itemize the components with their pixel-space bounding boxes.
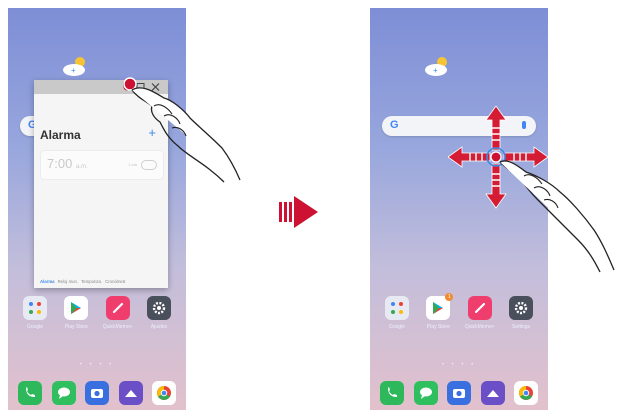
gallery-icon[interactable] (118, 381, 143, 405)
alarm-time: 7:00 a.m. (47, 156, 88, 171)
app-quickmemo[interactable]: QuickMemo+ (99, 296, 137, 330)
app-label: Ajustes (150, 324, 168, 330)
app-label: QuickMemo+ (102, 324, 133, 330)
tab-timer[interactable]: Temporiza. (81, 279, 102, 284)
hand-tap-gesture-icon (124, 77, 241, 183)
dock (380, 381, 538, 405)
app-label: Google (388, 324, 406, 330)
tab-world-clock[interactable]: Reloj mun. (58, 279, 79, 284)
app-row: Google 1 Play Store QuickMemo+ Settings (378, 293, 540, 330)
app-quickmemo[interactable]: QuickMemo+ (461, 296, 499, 330)
app-label: Google (26, 324, 44, 330)
tab-alarm[interactable]: Alarma (40, 279, 55, 284)
tab-stopwatch[interactable]: Cronómetr. (105, 279, 126, 284)
app-play-store[interactable]: 1 Play Store (419, 293, 457, 330)
settings-icon (146, 296, 171, 320)
chrome-icon[interactable] (152, 381, 176, 405)
svg-text:+: + (71, 66, 76, 75)
play-store-icon (64, 296, 89, 320)
quickmemo-icon (105, 296, 130, 320)
camera-icon[interactable] (85, 381, 109, 405)
phone-icon[interactable] (380, 381, 404, 405)
app-settings[interactable]: Ajustes (140, 296, 178, 330)
app-google-folder[interactable]: Google (16, 296, 54, 330)
page-indicator: • • • • (441, 362, 477, 368)
app-play-store[interactable]: Play Store (57, 296, 95, 330)
weather-icon[interactable]: + (60, 55, 90, 77)
app-label: QuickMemo+ (464, 324, 495, 330)
notification-badge: 1 (445, 293, 454, 301)
app-google-folder[interactable]: Google (378, 296, 416, 330)
weather-icon[interactable]: + (422, 55, 452, 77)
popup-title: Alarma (40, 128, 81, 142)
left-phone-screen: + G Alarma + 7:00 a.m. 1 día Alarma Relo… (8, 8, 186, 410)
google-folder-icon (23, 296, 47, 320)
settings-icon (508, 296, 533, 320)
messages-icon[interactable] (413, 381, 438, 405)
dock (18, 381, 176, 405)
gallery-icon[interactable] (480, 381, 505, 405)
chrome-icon[interactable] (514, 381, 538, 405)
app-label: Settings (511, 324, 531, 330)
quickmemo-icon (467, 296, 492, 320)
app-row: Google Play Store QuickMemo+ Ajustes (16, 296, 178, 330)
drag-move-gesture-icon (448, 106, 615, 273)
google-folder-icon (385, 296, 409, 320)
app-settings[interactable]: Settings (502, 296, 540, 330)
app-label: Play Store (64, 324, 88, 330)
svg-text:+: + (433, 66, 438, 75)
messages-icon[interactable] (51, 381, 76, 405)
clock-tabs: Alarma Reloj mun. Temporiza. Cronómetr. (40, 279, 168, 284)
transition-arrow-icon (279, 196, 318, 228)
app-label: Play Store (426, 324, 450, 330)
google-g-icon: G (390, 119, 399, 131)
phone-icon[interactable] (18, 381, 42, 405)
alarm-ampm: a.m. (75, 164, 88, 170)
camera-icon[interactable] (447, 381, 471, 405)
page-indicator: • • • • (79, 362, 115, 368)
